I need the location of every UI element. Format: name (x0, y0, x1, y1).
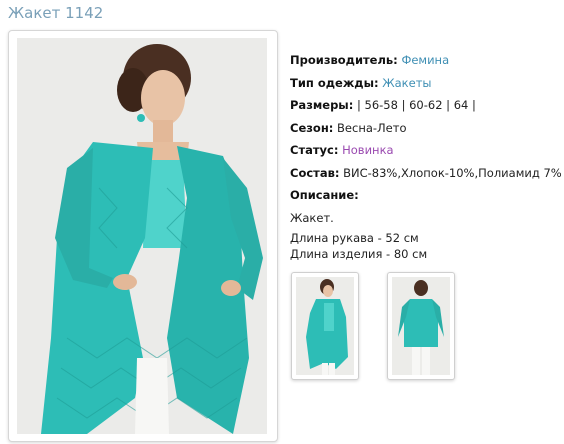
garment-type-row: Тип одежды: Жакеты (290, 75, 562, 98)
thumbnail-back-photo (392, 277, 450, 375)
manufacturer-row: Производитель: Фемина (290, 52, 562, 75)
description-line: Длина рукава - 52 см (290, 230, 419, 245)
sizes-row: Размеры: | 56-58 | 60-62 | 64 | (290, 97, 562, 120)
sizes-label: Размеры: (290, 98, 354, 112)
manufacturer-link[interactable]: Фемина (401, 53, 449, 67)
composition-row: Состав: ВИС-83%,Хлопок-10%,Полиамид 7% (290, 165, 562, 188)
season-label: Сезон: (290, 120, 334, 135)
composition-value: ВИС-83%,Хлопок-10%,Полиамид 7% (339, 165, 562, 180)
season-row: Сезон: Весна-Лето (290, 120, 562, 143)
main-photo-frame[interactable] (8, 30, 278, 442)
sizes-value: | 56-58 | 60-62 | 64 | (353, 98, 476, 112)
composition-label: Состав: (290, 165, 340, 180)
model-illustration (17, 38, 267, 434)
description-line: Жакет. (290, 210, 334, 225)
status-row: Статус: Новинка (290, 142, 562, 165)
manufacturer-label: Производитель: (290, 53, 398, 67)
season-value: Весна-Лето (333, 120, 407, 135)
thumbnail-back[interactable] (387, 272, 455, 380)
garment-type-link[interactable]: Жакеты (382, 76, 431, 90)
main-product-photo[interactable] (17, 38, 267, 434)
description-line: Длина изделия - 80 см (290, 246, 428, 261)
thumbnail-front-photo (296, 277, 354, 375)
product-details: Производитель: Фемина Тип одежды: Жакеты… (290, 52, 562, 262)
description-row: Описание: (290, 187, 562, 210)
garment-type-label: Тип одежды: (290, 75, 379, 90)
thumbnail-front[interactable] (291, 272, 359, 380)
page-title: Жакет 1142 (8, 4, 104, 22)
description-label: Описание: (290, 188, 359, 202)
status-link[interactable]: Новинка (342, 143, 393, 157)
status-label: Статус: (290, 143, 339, 157)
